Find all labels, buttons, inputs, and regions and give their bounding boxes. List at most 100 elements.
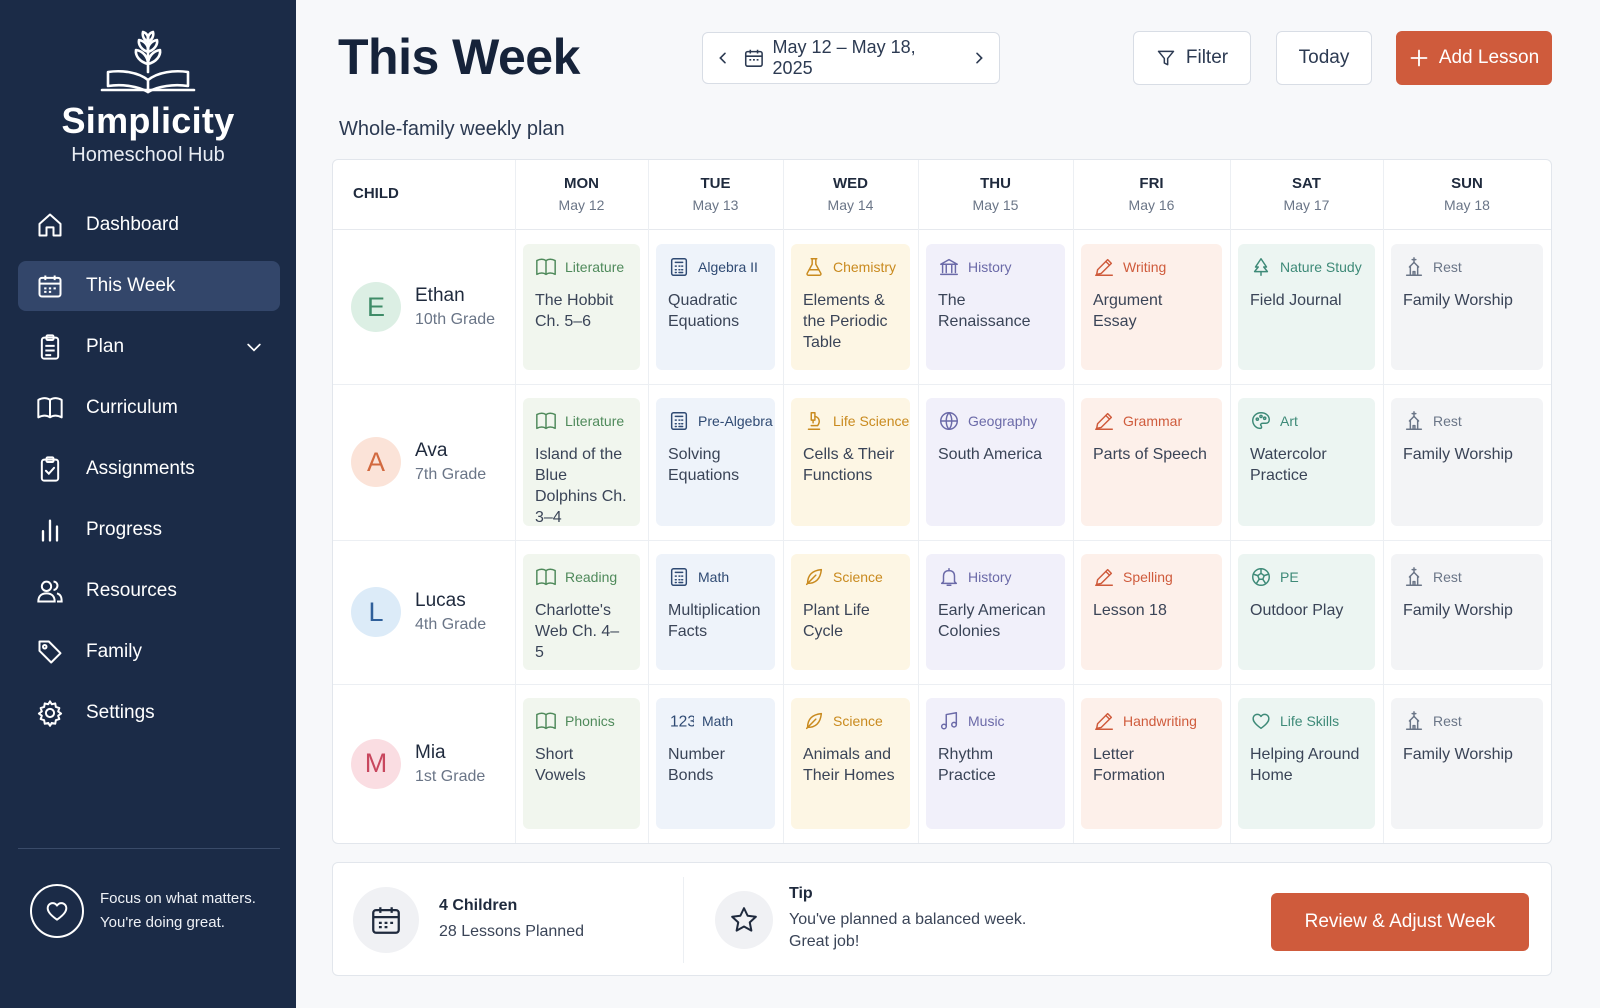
lesson-subject: Science <box>803 710 898 732</box>
lesson-card[interactable]: Algebra II Quadratic Equations <box>656 244 775 370</box>
sidebar-item-label: Plan <box>86 336 125 357</box>
day-name: MON <box>564 175 599 192</box>
lesson-card[interactable]: Literature The Hobbit Ch. 5–6 <box>523 244 640 370</box>
next-week-button[interactable] <box>959 33 999 83</box>
lesson-subject: Chemistry <box>803 256 898 278</box>
sidebar: Simplicity Homeschool Hub Dashboard This… <box>0 0 296 1008</box>
add-lesson-button[interactable]: Add Lesson <box>1396 31 1552 85</box>
lesson-card[interactable]: Handwriting Letter Formation <box>1081 698 1222 829</box>
heart-icon <box>46 902 68 921</box>
day-header-tue: TUE May 13 <box>648 175 783 213</box>
lesson-card[interactable]: Writing Argument Essay <box>1081 244 1222 370</box>
sidebar-item-family[interactable]: Family <box>18 627 280 677</box>
lesson-card[interactable]: Spelling Lesson 18 <box>1081 554 1222 670</box>
child-ava[interactable]: A Ava 7th Grade <box>351 437 486 487</box>
lesson-card[interactable]: Science Animals and Their Homes <box>791 698 910 829</box>
lesson-card[interactable]: Rest Family Worship <box>1391 398 1543 526</box>
lesson-card[interactable]: PE Outdoor Play <box>1238 554 1375 670</box>
previous-week-button[interactable] <box>703 33 743 83</box>
child-ethan[interactable]: E Ethan 10th Grade <box>351 282 495 332</box>
lesson-title: Number Bonds <box>668 746 725 784</box>
sidebar-item-plan[interactable]: Plan <box>18 322 280 372</box>
day-name: SAT <box>1292 175 1321 192</box>
review-adjust-week-button[interactable]: Review & Adjust Week <box>1271 893 1529 951</box>
lesson-card[interactable]: Rest Family Worship <box>1391 244 1543 370</box>
column-divider <box>1073 160 1074 843</box>
lesson-card[interactable]: Art Watercolor Practice <box>1238 398 1375 526</box>
child-mia[interactable]: M Mia 1st Grade <box>351 738 485 789</box>
sidebar-item-progress[interactable]: Progress <box>18 505 280 555</box>
sidebar-item-assignments[interactable]: Assignments <box>18 444 280 494</box>
day-date: May 17 <box>1283 197 1330 213</box>
book-icon <box>536 712 556 730</box>
lesson-card[interactable]: Life Science Cells & Their Functions <box>791 398 910 526</box>
lesson-card[interactable]: History Early American Colonies <box>926 554 1065 670</box>
lesson-title: Parts of Speech <box>1093 446 1207 463</box>
music-note-icon <box>940 712 958 730</box>
filter-icon <box>1157 50 1175 66</box>
focus-message: Focus on what matters. You're doing grea… <box>30 884 280 938</box>
lesson-card[interactable]: Life Skills Helping Around Home <box>1238 698 1375 829</box>
pencil-icon <box>1095 568 1113 586</box>
lesson-subject-label: History <box>968 259 1012 275</box>
lesson-card[interactable]: Geography South America <box>926 398 1065 526</box>
sidebar-item-dashboard[interactable]: Dashboard <box>18 200 280 250</box>
lesson-subject-label: Music <box>968 713 1005 729</box>
lesson-subject-label: Pre-Algebra <box>698 413 773 429</box>
bell-icon <box>940 568 958 586</box>
lesson-card[interactable]: Phonics Short Vowels <box>523 698 640 829</box>
lesson-subject-label: Math <box>702 713 734 729</box>
lesson-subject: Rest <box>1403 256 1531 278</box>
lesson-title: Rhythm Practice <box>938 746 996 784</box>
day-header-mon: MON May 12 <box>515 175 648 213</box>
date-range-text: May 12 – May 18, 2025 <box>772 37 916 78</box>
globe-icon <box>940 412 958 430</box>
sidebar-item-this-week[interactable]: This Week <box>18 261 280 311</box>
child-lucas[interactable]: L Lucas 4th Grade <box>351 587 486 637</box>
week-summary: 4 Children 28 Lessons Planned Tip You've… <box>332 862 1552 976</box>
lessons-planned: 28 Lessons Planned <box>439 923 584 940</box>
lesson-card[interactable]: History The Renaissance <box>926 244 1065 370</box>
flask-icon <box>806 258 822 276</box>
date-range-navigator: May 12 – May 18, 2025 <box>702 32 1000 84</box>
calendar-icon <box>372 907 400 934</box>
sidebar-item-curriculum[interactable]: Curriculum <box>18 383 280 433</box>
today-button[interactable]: Today <box>1276 31 1372 85</box>
lesson-card[interactable]: Chemistry Elements & the Periodic Table <box>791 244 910 370</box>
sidebar-item-settings[interactable]: Settings <box>18 688 280 738</box>
lesson-subject-label: Literature <box>565 259 625 275</box>
column-divider <box>515 160 516 843</box>
lesson-card[interactable]: Grammar Parts of Speech <box>1081 398 1222 526</box>
lesson-card[interactable]: Rest Family Worship <box>1391 554 1543 670</box>
sidebar-item-label: Resources <box>86 580 177 601</box>
lesson-card[interactable]: 123 Math Number Bonds <box>656 698 775 829</box>
church-icon <box>1405 567 1423 586</box>
lesson-subject-label: Life Science <box>833 413 910 429</box>
lesson-subject: 123 Math <box>668 710 763 732</box>
sidebar-item-resources[interactable]: Resources <box>18 566 280 616</box>
lesson-card[interactable]: Rest Family Worship <box>1391 698 1543 829</box>
column-divider <box>918 160 919 843</box>
lesson-card[interactable]: Pre-Algebra Solving Equations <box>656 398 775 526</box>
lesson-title: Multiplication Facts <box>668 602 761 640</box>
lesson-subject-label: Handwriting <box>1123 713 1197 729</box>
day-name: THU <box>980 175 1011 192</box>
tree-icon <box>1253 258 1269 276</box>
home-icon <box>38 213 62 237</box>
lesson-card[interactable]: Literature Island of the Blue Dolphins Ch… <box>523 398 640 526</box>
chevron-down-icon[interactable] <box>244 337 264 357</box>
lesson-subject: History <box>938 566 1053 588</box>
lesson-title: Cells & Their Functions <box>803 446 895 484</box>
lesson-card[interactable]: Music Rhythm Practice <box>926 698 1065 829</box>
tip-line-2: Great job! <box>789 933 860 950</box>
lesson-card[interactable]: Math Multiplication Facts <box>656 554 775 670</box>
lesson-subject: Literature <box>535 410 628 432</box>
lesson-subject: Life Science <box>803 410 909 432</box>
filter-button[interactable]: Filter <box>1133 31 1251 85</box>
lesson-card[interactable]: Nature Study Field Journal <box>1238 244 1375 370</box>
lesson-card[interactable]: Science Plant Life Cycle <box>791 554 910 670</box>
day-date: May 15 <box>972 197 1019 213</box>
lesson-card[interactable]: Reading Charlotte's Web Ch. 4–5 <box>523 554 640 670</box>
pencil-icon <box>1095 412 1113 430</box>
lesson-subject-label: Writing <box>1123 259 1167 275</box>
